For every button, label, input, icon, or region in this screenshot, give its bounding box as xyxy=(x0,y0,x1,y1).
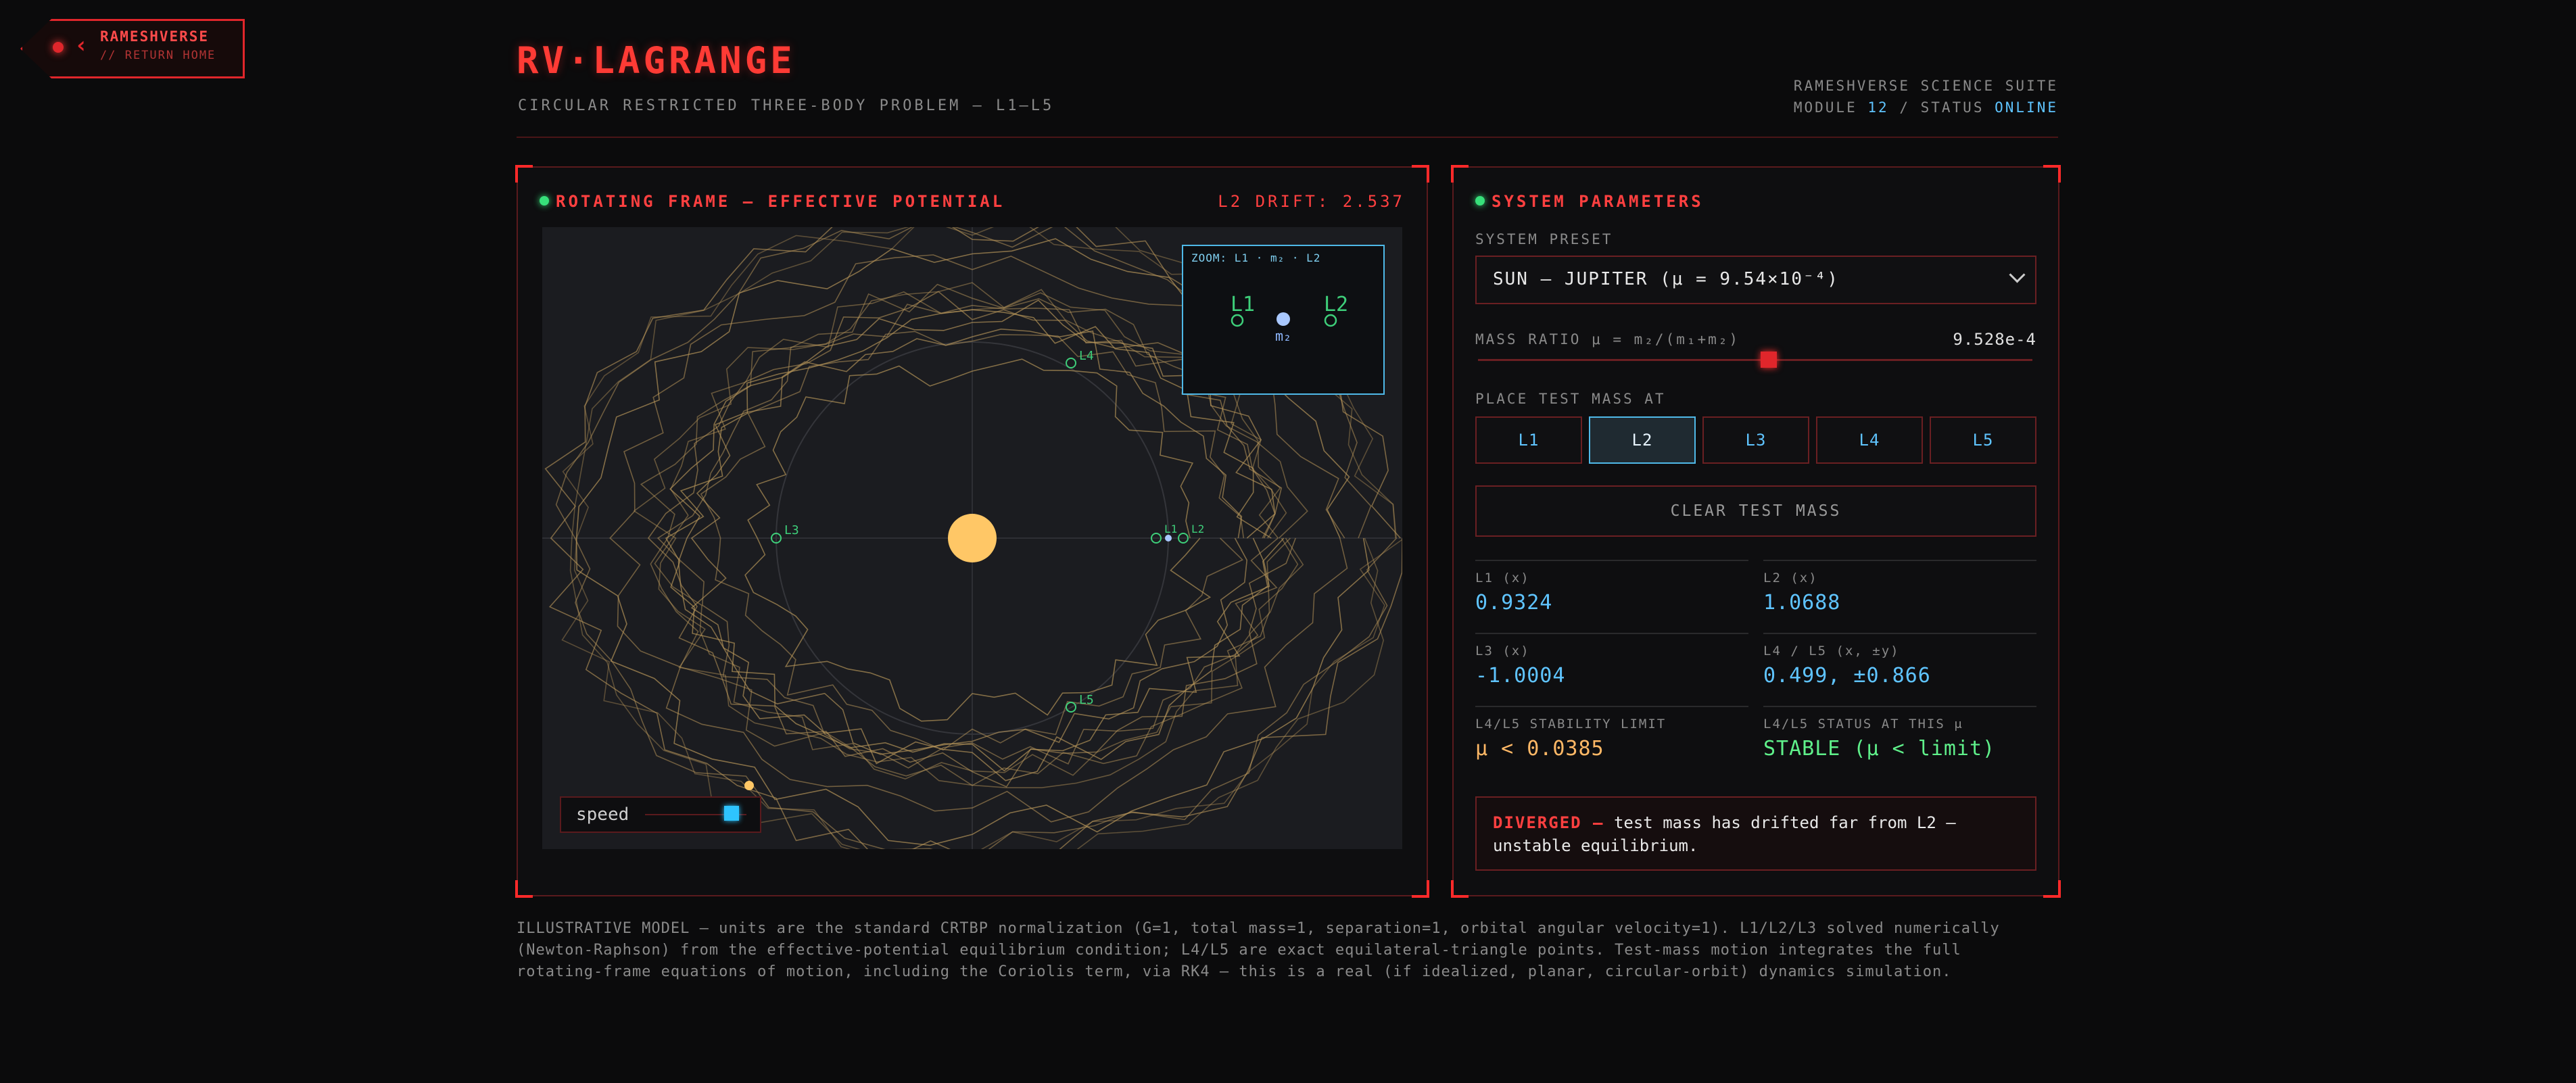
speed-control: speed xyxy=(560,796,761,833)
readout-l2: L2 (x) 1.0688 xyxy=(1763,560,2036,634)
speed-label: speed xyxy=(576,804,629,825)
mass-ratio-label: MASS RATIO μ = m₂/(m₁+m₂) xyxy=(1475,331,1740,347)
module-status: MODULE 12 / STATUS ONLINE xyxy=(1793,99,2058,116)
mass-ratio-slider-track[interactable] xyxy=(1478,359,2032,361)
module-number: 12 xyxy=(1867,99,1889,116)
live-indicator-icon xyxy=(1475,196,1485,206)
system-preset-select[interactable]: SUN – JUPITER (μ = 9.54×10⁻⁴) xyxy=(1475,256,2036,304)
l1-label: L1 xyxy=(1164,523,1177,535)
suite-info: RAMESHVERSE SCIENCE SUITE MODULE 12 / ST… xyxy=(1794,75,2058,118)
status-dot-icon xyxy=(53,42,64,53)
primary-mass-sun xyxy=(948,514,997,562)
parameters-panel: SYSTEM PARAMETERS SYSTEM PRESET SUN – JU… xyxy=(1451,165,2061,898)
chevron-down-icon xyxy=(2009,266,2026,283)
l4-marker xyxy=(1066,358,1076,368)
l5-label: L5 xyxy=(1079,693,1094,707)
page-subtitle: CIRCULAR RESTRICTED THREE-BODY PROBLEM —… xyxy=(518,97,1055,114)
status-badge: ONLINE xyxy=(1995,99,2058,116)
readout-l3: L3 (x) -1.0004 xyxy=(1475,633,1748,707)
speed-slider-handle[interactable] xyxy=(723,806,739,821)
page-title: RV·LAGRANGE xyxy=(517,39,796,82)
chevron-left-icon: ‹ xyxy=(74,32,89,59)
zoom-l1-label: L1 xyxy=(1231,293,1255,316)
alert-title: DIVERGED — xyxy=(1493,813,1604,832)
place-l3-button[interactable]: L3 xyxy=(1702,416,1809,464)
zoom-secondary-mass xyxy=(1277,312,1290,326)
return-home-label: // RETURN HOME xyxy=(100,49,216,62)
drift-readout: L2 DRIFT: 2.537 xyxy=(1218,192,1405,211)
zoom-inset: ZOOM: L1 · m₂ · L2 L1 L2 m₂ xyxy=(1182,245,1385,395)
place-l1-button[interactable]: L1 xyxy=(1475,416,1582,464)
place-l2-button[interactable]: L2 xyxy=(1589,416,1696,464)
model-disclaimer: ILLUSTRATIVE MODEL — units are the stand… xyxy=(517,920,2000,980)
live-indicator-icon xyxy=(540,196,549,206)
zoom-l2-label: L2 xyxy=(1324,293,1348,316)
viz-heading: ROTATING FRAME — EFFECTIVE POTENTIAL xyxy=(540,192,1005,211)
zoom-l1-marker xyxy=(1231,314,1244,327)
readout-l1: L1 (x) 0.9324 xyxy=(1475,560,1748,634)
l3-label: L3 xyxy=(784,523,799,537)
visualization-panel: ROTATING FRAME — EFFECTIVE POTENTIAL L2 … xyxy=(515,165,1429,898)
rotating-frame-canvas[interactable]: L4 L5 L3 L1 L2 ZOOM: L1 · m₂ · L2 L1 L2 … xyxy=(542,227,1402,849)
mass-ratio-slider-handle[interactable] xyxy=(1761,352,1777,368)
zoom-m2-label: m₂ xyxy=(1275,328,1291,344)
place-l5-button[interactable]: L5 xyxy=(1930,416,2036,464)
readout-stability-limit: L4/L5 STABILITY LIMIT μ < 0.0385 xyxy=(1475,706,1748,780)
params-heading: SYSTEM PARAMETERS xyxy=(1475,192,1704,211)
readout-stability-status: L4/L5 STATUS AT THIS μ STABLE (μ < limit… xyxy=(1763,706,2036,780)
l2-label: L2 xyxy=(1191,523,1204,535)
brand-title: RAMESHVERSE xyxy=(100,28,210,45)
clear-test-mass-button[interactable]: CLEAR TEST MASS xyxy=(1475,485,2036,537)
place-l4-button[interactable]: L4 xyxy=(1816,416,1923,464)
suite-name: RAMESHVERSE SCIENCE SUITE xyxy=(1793,78,2058,94)
preset-label: SYSTEM PRESET xyxy=(1475,231,1613,247)
mass-ratio-value: 9.528e-4 xyxy=(1953,330,2036,349)
preset-value: SUN – JUPITER (μ = 9.54×10⁻⁴) xyxy=(1493,269,1839,289)
diverged-alert: DIVERGED — test mass has drifted far fro… xyxy=(1475,796,2036,871)
l4-label: L4 xyxy=(1079,349,1094,363)
place-test-mass-label: PLACE TEST MASS AT xyxy=(1475,391,1666,407)
readout-l4-l5: L4 / L5 (x, ±y) 0.499, ±0.866 xyxy=(1763,633,2036,707)
secondary-mass xyxy=(1165,535,1172,542)
header-divider xyxy=(517,137,2058,138)
zoom-l2-marker xyxy=(1324,314,1337,327)
test-mass xyxy=(744,781,754,790)
